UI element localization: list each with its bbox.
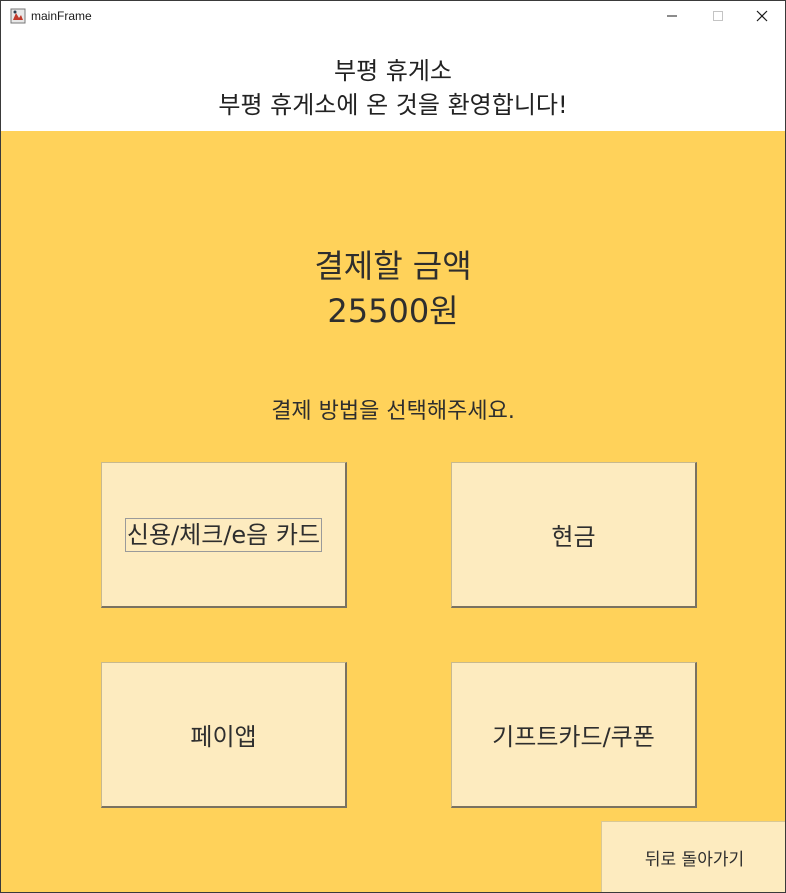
- amount-value: 25500원: [327, 292, 459, 330]
- back-button[interactable]: 뒤로 돌아가기: [601, 821, 785, 892]
- card-payment-label: 신용/체크/e음 카드: [124, 517, 323, 552]
- payapp-payment-label: 페이앱: [190, 723, 257, 751]
- payapp-payment-button[interactable]: 페이앱: [101, 662, 347, 808]
- giftcard-coupon-button[interactable]: 기프트카드/쿠폰: [451, 662, 697, 808]
- minimize-button[interactable]: [649, 1, 695, 31]
- cash-payment-label: 현금: [551, 523, 596, 551]
- card-payment-button[interactable]: 신용/체크/e음 카드: [101, 462, 347, 608]
- minimize-icon: [667, 15, 677, 17]
- close-button[interactable]: [739, 1, 785, 31]
- app-window: mainFrame 부평 휴게소 부평 휴게소에 온 것을 환영합니다! 결제할…: [0, 0, 786, 893]
- maximize-button[interactable]: [695, 1, 741, 31]
- maximize-icon: [713, 11, 723, 21]
- window-title: mainFrame: [31, 9, 92, 23]
- store-name: 부평 휴게소: [333, 57, 453, 85]
- welcome-message: 부평 휴게소에 온 것을 환영합니다!: [218, 91, 568, 119]
- payment-panel: 결제할 금액 25500원 결제 방법을 선택해주세요. 신용/체크/e음 카드…: [1, 131, 785, 892]
- java-app-icon: [10, 8, 26, 24]
- giftcard-coupon-label: 기프트카드/쿠폰: [492, 723, 655, 751]
- title-bar[interactable]: mainFrame: [1, 1, 785, 31]
- close-icon: [756, 10, 768, 22]
- back-button-label: 뒤로 돌아가기: [644, 850, 745, 870]
- cash-payment-button[interactable]: 현금: [451, 462, 697, 608]
- header-panel: 부평 휴게소 부평 휴게소에 온 것을 환영합니다!: [1, 31, 785, 131]
- amount-label: 결제할 금액: [314, 247, 472, 285]
- method-prompt: 결제 방법을 선택해주세요.: [271, 399, 515, 424]
